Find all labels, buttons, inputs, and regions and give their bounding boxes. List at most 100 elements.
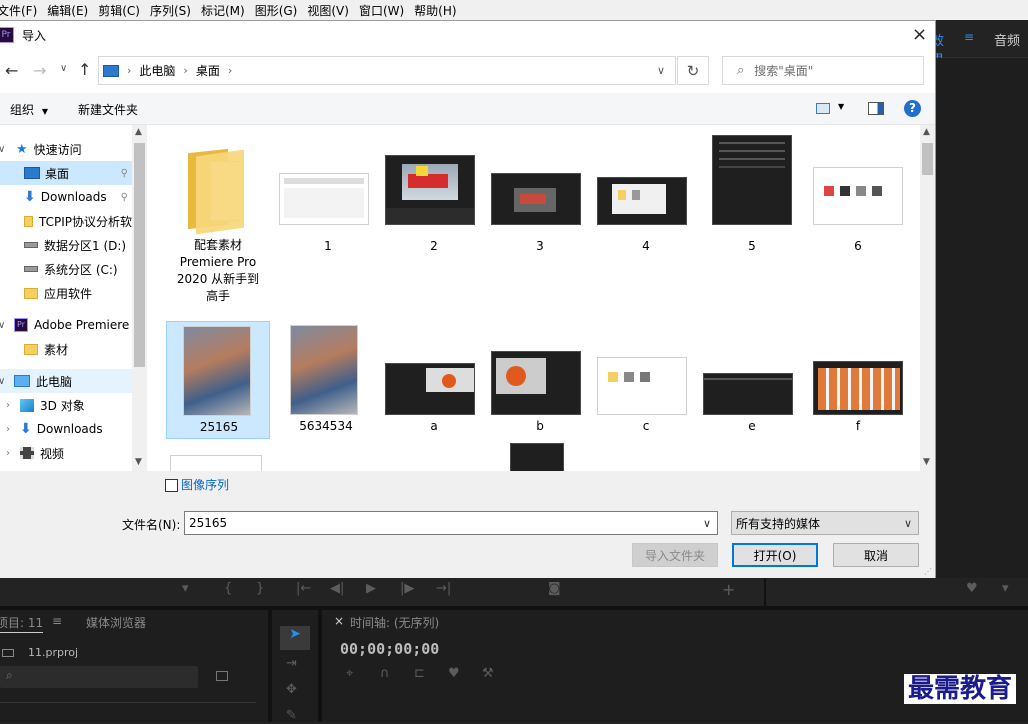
marker-icon[interactable]: ♥	[448, 666, 460, 681]
selection-tool-icon[interactable]: ➤	[280, 626, 310, 650]
tab-media-browser[interactable]: 媒体浏览器	[86, 614, 146, 631]
scroll-up-icon[interactable]: ▲	[923, 127, 930, 137]
scroll-down-icon[interactable]: ▼	[923, 457, 930, 467]
brace-open-icon[interactable]: {	[224, 581, 232, 596]
address-dropdown-icon[interactable]: ∨	[657, 64, 665, 77]
sidebar-item-this-pc[interactable]: ∨ 此电脑	[0, 369, 132, 393]
file-item-4[interactable]: 4	[594, 133, 698, 263]
up-arrow-icon[interactable]: ↑	[78, 60, 91, 79]
close-icon[interactable]: ×	[334, 614, 344, 628]
scroll-thumb[interactable]	[134, 143, 145, 367]
menu-edit[interactable]: 编辑(E)	[42, 2, 93, 19]
image-sequence-checkbox[interactable]	[165, 479, 178, 492]
help-icon[interactable]: ?	[904, 100, 921, 117]
menu-graphics[interactable]: 图形(G)	[250, 2, 303, 19]
go-in-icon[interactable]: |←	[296, 581, 311, 596]
menu-help[interactable]: 帮助(H)	[409, 2, 461, 19]
step-forward-icon[interactable]: |▶	[400, 581, 414, 596]
file-item-folder[interactable]: 配套素材 Premiere Pro 2020 从新手到高手	[166, 133, 270, 303]
snap-icon[interactable]: ⌖	[346, 666, 353, 681]
file-item-a[interactable]: a	[382, 321, 486, 439]
scroll-thumb[interactable]	[922, 143, 933, 175]
sidebar-item-downloads[interactable]: ⬇ Downloads ⚲	[0, 185, 132, 209]
sidebar-item-3d-objects[interactable]: › 3D 对象	[0, 393, 132, 417]
breadcrumb-desktop[interactable]: 桌面	[196, 62, 220, 79]
breadcrumb-this-pc[interactable]: 此电脑	[139, 62, 175, 79]
bin-icon[interactable]	[216, 671, 228, 681]
track-select-icon[interactable]: ⇥	[286, 656, 297, 671]
address-bar[interactable]: › 此电脑 › 桌面 › ∨	[98, 56, 676, 85]
menu-marker[interactable]: 标记(M)	[196, 2, 250, 19]
file-item-5634534[interactable]: 5634534	[274, 321, 378, 439]
forward-arrow-icon[interactable]: →	[33, 61, 46, 80]
file-item-b[interactable]: b	[488, 321, 592, 439]
add-icon[interactable]: +	[722, 580, 735, 599]
import-folder-button[interactable]: 导入文件夹	[632, 543, 718, 567]
sidebar-item-desktop[interactable]: 桌面 ⚲	[0, 161, 132, 185]
play-icon[interactable]: ▶	[366, 581, 376, 596]
view-icon[interactable]	[816, 103, 830, 114]
sidebar-item-drive-d[interactable]: 数据分区1 (D:)	[0, 233, 132, 257]
back-arrow-icon[interactable]: ←	[5, 61, 18, 80]
filename-input[interactable]: 25165 ∨	[184, 511, 718, 535]
go-out-icon[interactable]: →|	[436, 581, 451, 596]
mark-in-icon[interactable]: ▾	[182, 581, 189, 596]
sidebar-item-drive-c[interactable]: 系统分区 (C:)	[0, 257, 132, 281]
file-item-e[interactable]: e	[700, 321, 804, 439]
tab-timeline[interactable]: 时间轴: (无序列)	[350, 614, 439, 631]
new-folder-button[interactable]: 新建文件夹	[78, 101, 138, 118]
open-button[interactable]: 打开(O)	[732, 543, 818, 567]
chevron-down-icon[interactable]: ▼	[838, 102, 844, 111]
refresh-button[interactable]: ↻	[677, 56, 709, 85]
file-list-scrollbar[interactable]: ▲ ▼	[920, 125, 935, 471]
sidebar-scrollbar[interactable]: ▲ ▼	[132, 125, 147, 471]
nest-icon[interactable]: ⊏	[414, 666, 425, 681]
step-back-icon[interactable]: ◀|	[330, 581, 344, 596]
scroll-down-icon[interactable]: ▼	[135, 457, 142, 467]
menu-window[interactable]: 窗口(W)	[354, 2, 409, 19]
chevron-down-icon[interactable]: ∨	[703, 517, 711, 530]
file-item-c[interactable]: c	[594, 321, 698, 439]
camera-icon[interactable]: ◙	[548, 581, 561, 596]
cancel-button[interactable]: 取消	[833, 543, 919, 567]
ripple-edit-icon[interactable]: ✥	[286, 682, 297, 697]
timecode-display[interactable]: 00;00;00;00	[340, 640, 439, 658]
pin-icon[interactable]: ⚲	[121, 168, 128, 179]
recent-chevron-icon[interactable]: ∨	[60, 63, 67, 74]
file-item-25165[interactable]: 25165	[166, 321, 270, 439]
pin-icon[interactable]: ⚲	[121, 192, 128, 203]
tab-project[interactable]: 项目: 11	[0, 614, 44, 633]
sidebar-item-adobe-premiere[interactable]: ∨ Pr Adobe Premiere	[0, 313, 132, 337]
file-item-1[interactable]: 1	[276, 133, 380, 263]
marker-icon[interactable]: ♥	[966, 581, 978, 596]
link-icon[interactable]: ∩	[380, 666, 390, 681]
file-item-f[interactable]: f	[806, 321, 910, 439]
image-sequence-label[interactable]: 图像序列	[181, 476, 229, 493]
close-icon[interactable]: ×	[912, 24, 927, 45]
project-search-input[interactable]: ⌕	[0, 666, 198, 688]
sidebar-item-videos[interactable]: › 视频	[0, 441, 132, 465]
preview-pane-icon[interactable]	[868, 102, 884, 115]
menu-file[interactable]: 文件(F)	[0, 2, 42, 19]
file-item-5[interactable]: 5	[700, 133, 804, 263]
file-item-3[interactable]: 3	[488, 133, 592, 263]
file-item-6[interactable]: 6	[806, 133, 910, 263]
razor-icon[interactable]: ✎	[286, 708, 297, 723]
panel-menu-icon[interactable]: ≡	[52, 614, 62, 628]
menu-view[interactable]: 视图(V)	[302, 2, 354, 19]
scroll-up-icon[interactable]: ▲	[135, 127, 142, 137]
brace-close-icon[interactable]: }	[256, 581, 264, 596]
sidebar-item-tcpip[interactable]: TCPIP协议分析软	[0, 209, 132, 233]
organize-button[interactable]: 组织 ▼	[10, 101, 48, 118]
sidebar-item-materials[interactable]: 素材	[0, 337, 132, 361]
search-input[interactable]: ⌕ 搜索"桌面"	[722, 56, 924, 85]
sidebar-item-apps[interactable]: 应用软件	[0, 281, 132, 305]
tab-audio[interactable]: 音频	[994, 30, 1020, 49]
menu-sequence[interactable]: 序列(S)	[145, 2, 196, 19]
panel-menu-icon[interactable]: ≡	[964, 30, 974, 44]
wrench-icon[interactable]: ⚒	[482, 666, 494, 681]
filetype-select[interactable]: 所有支持的媒体 ∨	[731, 511, 919, 535]
resize-grip-icon[interactable]: ⋰	[924, 567, 932, 576]
file-item-2[interactable]: 2	[382, 133, 486, 263]
menu-clip[interactable]: 剪辑(C)	[93, 2, 145, 19]
